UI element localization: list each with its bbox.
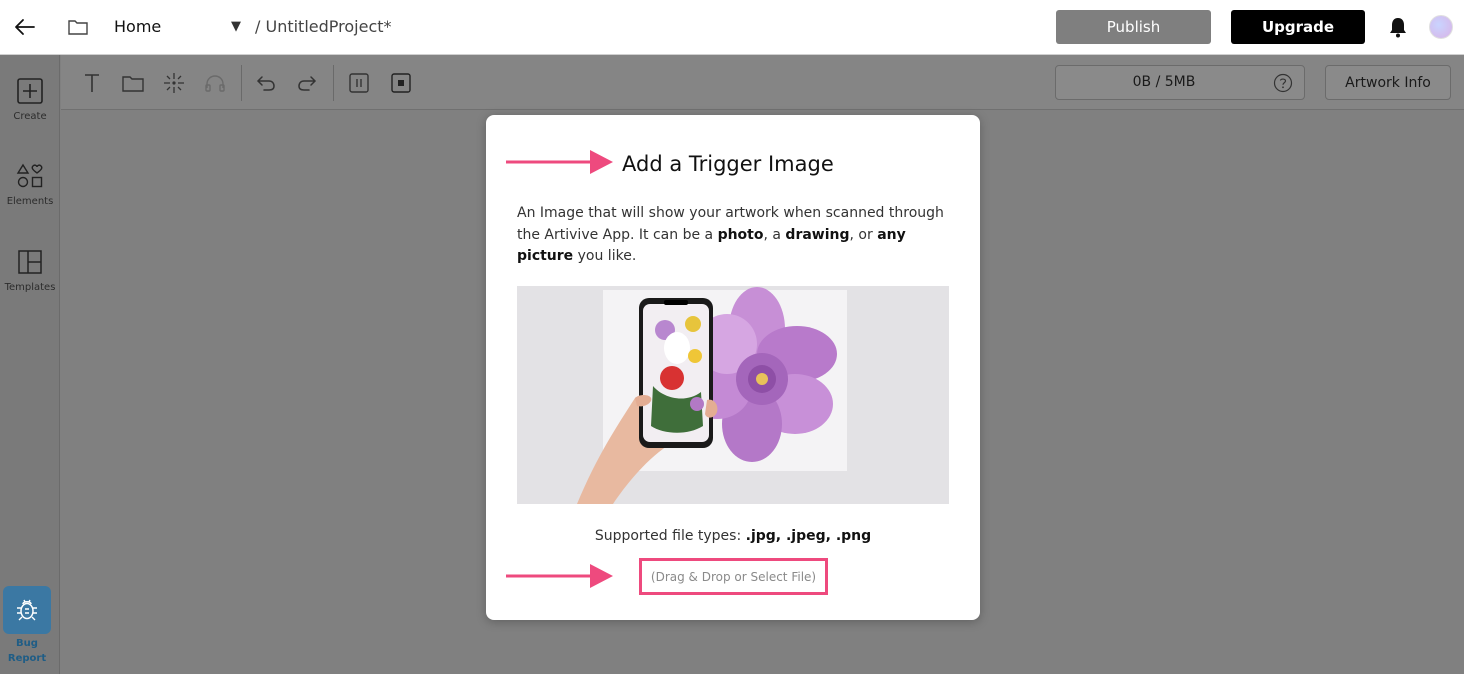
breadcrumb-separator: / <box>255 17 261 36</box>
pause-icon[interactable] <box>347 71 371 95</box>
layout-icon <box>18 250 42 274</box>
text-icon[interactable] <box>80 71 104 95</box>
publish-button[interactable]: Publish <box>1056 10 1211 44</box>
bug-report-label: Bug Report <box>7 638 47 664</box>
help-icon[interactable] <box>1273 73 1293 93</box>
toolbar-divider <box>333 65 334 101</box>
redo-icon[interactable] <box>295 71 319 95</box>
trigger-image-modal: Add a Trigger Image An Image that will s… <box>486 115 980 620</box>
pointer-arrow-icon <box>506 564 613 588</box>
storage-indicator: 0B / 5MB <box>1055 65 1305 100</box>
storage-usage: 0B / 5MB <box>1132 74 1196 90</box>
sidebar-item-label: Elements <box>6 196 54 207</box>
left-sidebar: Create Elements Templates Bug Report <box>0 55 60 674</box>
sidebar-item-label: Templates <box>4 282 56 293</box>
modal-title: Add a Trigger Image <box>622 152 834 176</box>
toolbar-divider <box>241 65 242 101</box>
bug-report-button[interactable] <box>3 586 51 634</box>
home-breadcrumb[interactable]: Home <box>114 17 161 36</box>
artwork-info-button[interactable]: Artwork Info <box>1325 65 1451 100</box>
top-bar: Home ▼ / UntitledProject* Publish Upgrad… <box>0 0 1464 55</box>
bug-icon <box>17 599 37 621</box>
upgrade-button[interactable]: Upgrade <box>1231 10 1365 44</box>
sidebar-item-elements[interactable]: Elements <box>0 162 60 207</box>
sparkle-icon[interactable] <box>162 71 186 95</box>
folder-icon[interactable] <box>121 71 145 95</box>
sidebar-item-label: Create <box>13 111 47 122</box>
folder-icon[interactable] <box>67 17 89 37</box>
undo-icon[interactable] <box>254 71 278 95</box>
supported-file-types: Supported file types: .jpg, .jpeg, .png <box>594 528 872 544</box>
sidebar-item-create[interactable]: Create <box>0 77 60 122</box>
project-dropdown-icon[interactable]: ▼ <box>231 19 241 34</box>
file-dropzone-button[interactable]: (Drag & Drop or Select File) <box>639 558 828 595</box>
pointer-arrow-icon <box>506 150 613 174</box>
back-arrow-icon[interactable] <box>14 16 36 38</box>
editor-toolbar: 0B / 5MB Artwork Info <box>61 55 1464 110</box>
project-breadcrumb[interactable]: / UntitledProject* <box>255 17 392 36</box>
plus-square-icon <box>17 78 43 104</box>
phone-scanning-flower-image <box>577 287 847 504</box>
notification-bell-icon[interactable] <box>1387 16 1409 38</box>
project-name: UntitledProject* <box>265 17 392 36</box>
headphones-icon[interactable] <box>203 71 227 95</box>
shapes-icon <box>16 163 43 188</box>
stop-icon[interactable] <box>389 71 413 95</box>
trigger-example-illustration <box>517 286 949 504</box>
sidebar-item-templates[interactable]: Templates <box>0 248 60 293</box>
modal-description: An Image that will show your artwork whe… <box>517 205 944 264</box>
user-avatar[interactable] <box>1429 15 1453 39</box>
